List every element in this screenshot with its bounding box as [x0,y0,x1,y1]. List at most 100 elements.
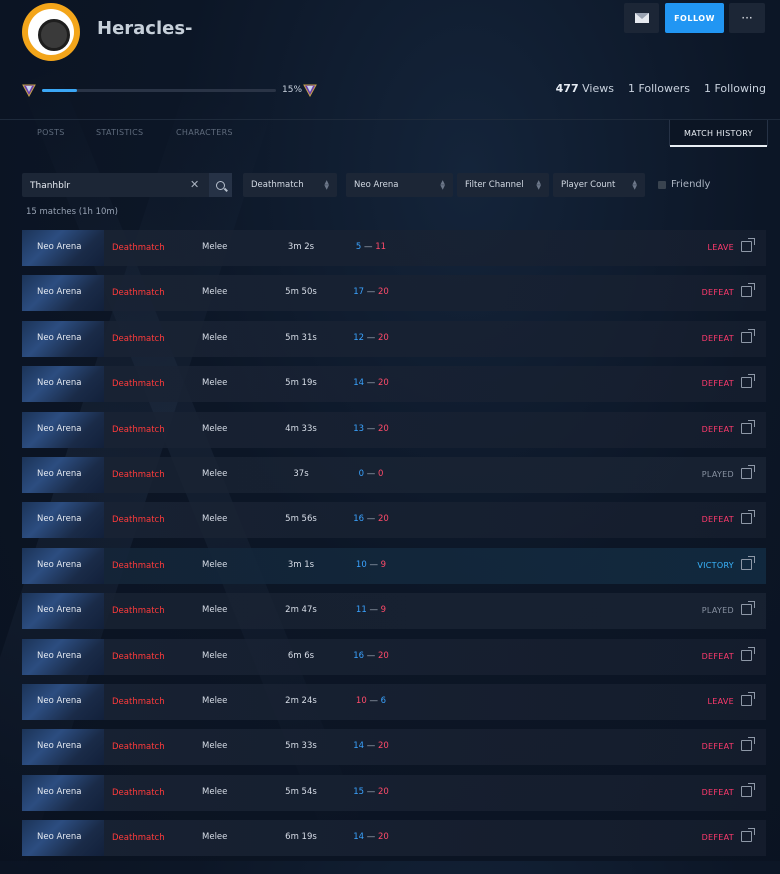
avatar-core [38,19,70,51]
score-separator: — [364,469,378,479]
match-mode: Deathmatch [112,788,165,798]
friendly-checkbox[interactable]: Friendly [658,179,710,190]
tab-statistics[interactable]: STATISTICS [96,128,143,137]
match-row[interactable]: Neo Arena Deathmatch Melee 3m 1s 10 — 9 VICTO… [22,548,766,584]
tab-match-history[interactable]: MATCH HISTORY [669,120,768,147]
match-score: 16 — 20 [346,651,396,661]
more-options-button[interactable]: ··· [729,3,765,33]
channel-dropdown-value: Filter Channel [465,180,524,190]
match-row[interactable]: Neo Arena Deathmatch Melee 5m 19s 14 — 20 DEF… [22,366,766,402]
match-score: 12 — 20 [346,333,396,343]
mode-dropdown[interactable]: Deathmatch ▲ ▼ [243,173,337,197]
match-result: DEFEAT [701,379,734,388]
map-dropdown[interactable]: Neo Arena ▲ ▼ [346,173,453,197]
followers-link[interactable]: 1 Followers [628,82,690,95]
score-team-b: 20 [377,378,389,388]
channel-dropdown[interactable]: Filter Channel ▲ ▼ [457,173,549,197]
match-duration: 4m 33s [285,424,317,434]
match-weapon: Melee [202,287,228,297]
match-row[interactable]: Neo Arena Deathmatch Melee 37s 0 — 0 PLAYED [22,457,766,493]
match-duration: 5m 56s [285,514,317,524]
match-weapon: Melee [202,832,228,842]
player-count-dropdown[interactable]: Player Count ▲ ▼ [553,173,645,197]
match-mode: Deathmatch [112,425,165,435]
match-duration: 6m 19s [285,832,317,842]
match-score: 14 — 20 [346,378,396,388]
friendly-label: Friendly [671,179,711,190]
score-team-b: 20 [377,651,389,661]
match-score: 13 — 20 [346,424,396,434]
message-button[interactable] [624,3,659,33]
match-duration: 6m 6s [287,651,315,661]
match-row[interactable]: Neo Arena Deathmatch Melee 5m 31s 12 — 20 DEF… [22,321,766,357]
search-input[interactable] [22,173,192,199]
external-link-icon[interactable] [741,828,755,842]
search-button[interactable] [209,173,232,197]
external-link-icon[interactable] [741,692,755,706]
score-team-a: 10 [355,696,367,706]
external-link-icon[interactable] [741,556,755,570]
match-score: 14 — 20 [346,741,396,751]
external-link-icon[interactable] [741,601,755,615]
match-mode: Deathmatch [112,833,165,843]
match-map: Neo Arena [37,832,82,842]
match-row[interactable]: Neo Arena Deathmatch Melee 6m 6s 16 — 20 DEFE… [22,639,766,675]
match-row[interactable]: Neo Arena Deathmatch Melee 5m 33s 14 — 20 DEF… [22,729,766,765]
close-icon[interactable]: ✕ [190,178,199,191]
score-team-b: 20 [377,287,389,297]
match-score: 17 — 20 [346,287,396,297]
match-mode: Deathmatch [112,561,165,571]
avatar[interactable] [22,3,80,61]
external-link-icon[interactable] [741,374,755,388]
match-map: Neo Arena [37,605,82,615]
score-team-a: 14 [353,832,365,842]
match-weapon: Melee [202,560,228,570]
match-row[interactable]: Neo Arena Deathmatch Melee 5m 56s 16 — 20 DEF… [22,502,766,538]
external-link-icon[interactable] [741,283,755,297]
match-row[interactable]: Neo Arena Deathmatch Melee 6m 19s 14 — 20 DEF… [22,820,766,856]
match-mode: Deathmatch [112,652,165,662]
match-row[interactable]: Neo Arena Deathmatch Melee 4m 33s 13 — 20 DEF… [22,412,766,448]
score-team-a: 12 [353,333,365,343]
match-weapon: Melee [202,242,228,252]
match-weapon: Melee [202,514,228,524]
match-row[interactable]: Neo Arena Deathmatch Melee 5m 50s 17 — 20 DEF… [22,275,766,311]
following-link[interactable]: 1 Following [704,82,766,95]
external-link-icon[interactable] [741,737,755,751]
tab-posts[interactable]: POSTS [37,128,65,137]
external-link-icon[interactable] [741,238,755,252]
score-team-b: 20 [377,333,389,343]
external-link-icon[interactable] [741,783,755,797]
external-link-icon[interactable] [741,647,755,661]
match-mode: Deathmatch [112,470,165,480]
match-row[interactable]: Neo Arena Deathmatch Melee 2m 47s 11 — 9 PLAY… [22,593,766,629]
level-progress-percent: 15% [282,85,303,95]
match-result: DEFEAT [701,334,734,343]
tab-characters[interactable]: CHARACTERS [176,128,233,137]
rank-badge-icon [303,84,317,97]
match-result: DEFEAT [701,515,734,524]
match-row[interactable]: Neo Arena Deathmatch Melee 3m 2s 5 — 11 LEAVE [22,230,766,266]
match-row[interactable]: Neo Arena Deathmatch Melee 5m 54s 15 — 20 DEF… [22,775,766,811]
follow-button[interactable]: FOLLOW [665,3,724,33]
score-team-b: 20 [377,741,389,751]
external-link-icon[interactable] [741,329,755,343]
profile-tabs: POSTS STATISTICS CHARACTERS MATCH HISTOR… [0,119,780,147]
score-team-a: 11 [355,605,367,615]
profile-stats: 477 Views 1 Followers 1 Following [556,82,766,95]
match-row[interactable]: Neo Arena Deathmatch Melee 2m 24s 10 — 6 LEAV… [22,684,766,720]
views-label: Views [582,82,614,95]
match-score: 10 — 9 [346,560,396,570]
match-duration: 5m 19s [285,378,317,388]
external-link-icon[interactable] [741,510,755,524]
match-score: 15 — 20 [346,787,396,797]
match-weapon: Melee [202,424,228,434]
match-duration: 5m 33s [285,741,317,751]
player-count-dropdown-value: Player Count [561,180,616,190]
match-weapon: Melee [202,696,228,706]
external-link-icon[interactable] [741,465,755,479]
views-stat: 477 Views [556,82,614,95]
score-team-a: 14 [353,378,365,388]
match-mode: Deathmatch [112,334,165,344]
external-link-icon[interactable] [741,420,755,434]
